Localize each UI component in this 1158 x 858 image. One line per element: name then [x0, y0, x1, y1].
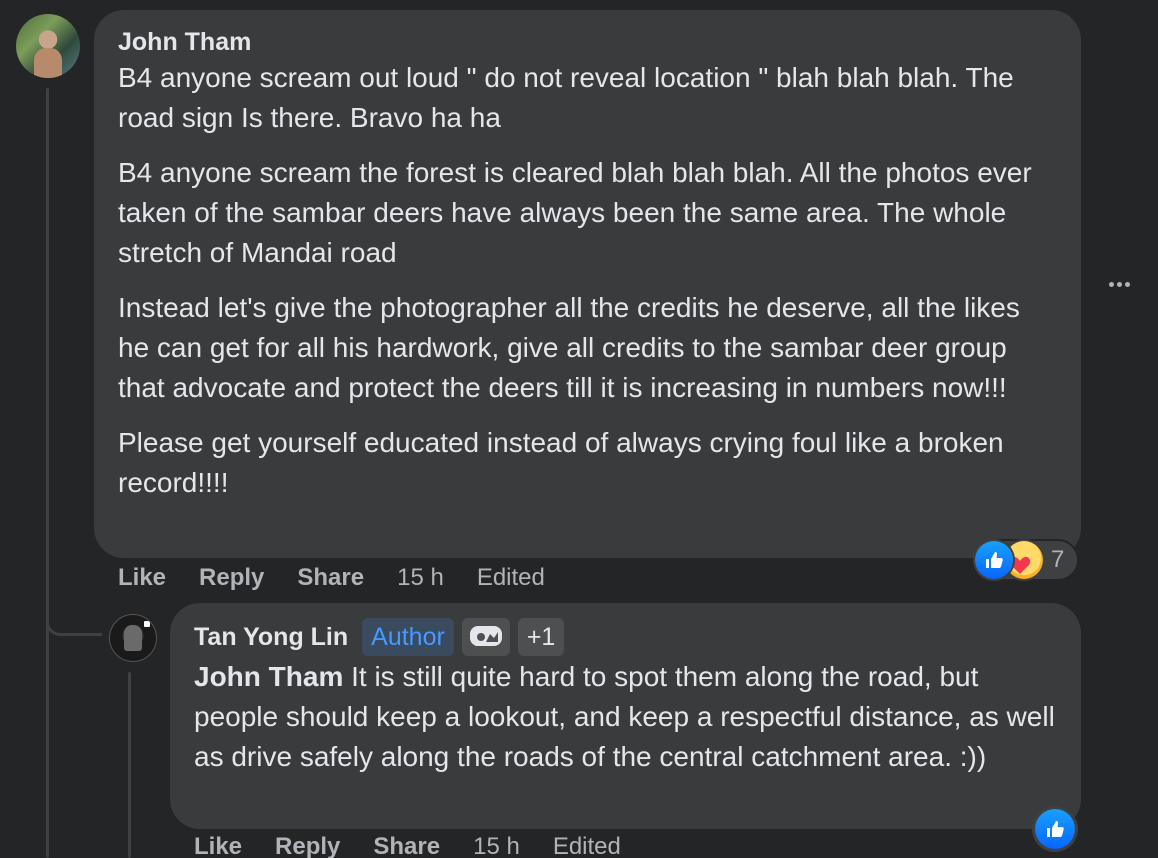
thread-line — [46, 88, 49, 858]
more-dot-icon — [1116, 281, 1122, 287]
comment-thread: John Tham B4 anyone scream out loud " do… — [0, 0, 1158, 858]
more-dot-icon — [1124, 281, 1130, 287]
more-badges-button[interactable]: +1 — [517, 618, 565, 656]
author-badge: Author — [362, 618, 454, 656]
reply-author-name[interactable]: Tan Yong Lin — [194, 621, 348, 653]
comment-paragraph: Please get yourself educated instead of … — [118, 427, 1004, 498]
comment-bubble: John Tham B4 anyone scream out loud " do… — [94, 10, 1081, 558]
timestamp[interactable]: 15 h — [397, 564, 444, 592]
thread-line-reply — [128, 672, 131, 858]
like-icon — [975, 541, 1013, 579]
comment-body: B4 anyone scream out loud " do not revea… — [118, 58, 1057, 503]
avatar-tan-yong-lin[interactable] — [109, 614, 157, 662]
edited-label[interactable]: Edited — [553, 833, 621, 858]
more-dot-icon — [1108, 281, 1114, 287]
avatar-john-tham[interactable] — [16, 14, 80, 78]
edited-label[interactable]: Edited — [477, 564, 545, 592]
timestamp[interactable]: 15 h — [473, 833, 520, 858]
avatar-light — [144, 621, 150, 627]
comment-author-name[interactable]: John Tham — [118, 26, 1057, 58]
avatar-figure — [124, 625, 142, 651]
thread-connector — [46, 588, 102, 636]
reply-actions: Like Reply Share 15 h Edited — [194, 830, 621, 858]
reactions-summary[interactable]: 7 — [975, 541, 1077, 579]
like-icon[interactable] — [1035, 809, 1075, 849]
reply-body: John Tham It is still quite hard to spot… — [194, 657, 1057, 777]
avatar-figure — [34, 48, 62, 78]
reply-bubble: Tan Yong Lin Author +1 John Tham It is s… — [170, 603, 1081, 829]
comment-paragraph: B4 anyone scream the forest is cleared b… — [118, 157, 1032, 268]
mention-link[interactable]: John Tham — [194, 661, 343, 692]
more-options-button[interactable] — [1101, 270, 1137, 298]
comment-paragraph: Instead let's give the photographer all … — [118, 292, 1020, 403]
share-button[interactable]: Share — [373, 833, 440, 858]
top-fan-badge-icon[interactable] — [461, 618, 510, 656]
reaction-count: 7 — [1051, 546, 1065, 573]
like-button[interactable]: Like — [194, 833, 242, 858]
share-button[interactable]: Share — [297, 564, 364, 592]
comment-paragraph: B4 anyone scream out loud " do not revea… — [118, 62, 1014, 133]
reply-button[interactable]: Reply — [199, 564, 264, 592]
like-button[interactable]: Like — [118, 564, 166, 592]
comment-actions: Like Reply Share 15 h Edited — [118, 561, 545, 595]
reply-button[interactable]: Reply — [275, 833, 340, 858]
reply-header: Tan Yong Lin Author +1 — [194, 617, 1057, 657]
